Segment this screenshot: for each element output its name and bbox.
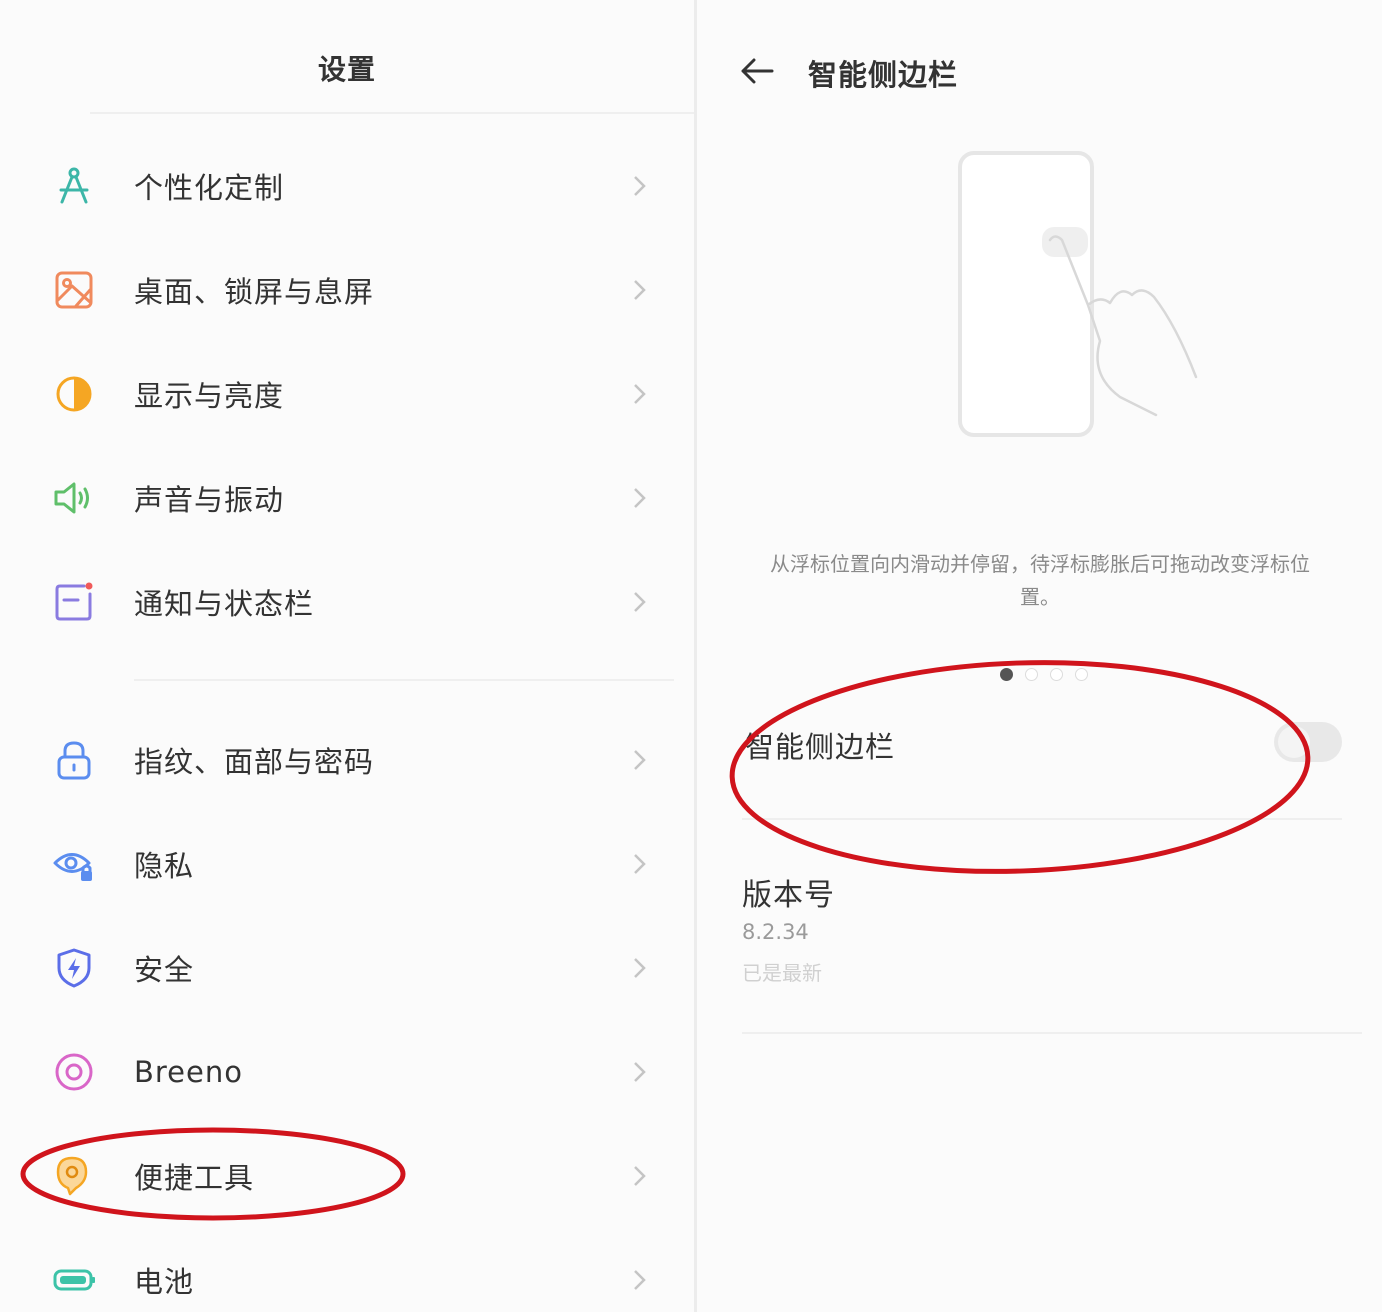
convenience-tools-icon (52, 1154, 96, 1198)
settings-item-fingerprint-face-password[interactable]: 指纹、面部与密码 (0, 708, 694, 812)
carousel-dot (1025, 668, 1038, 681)
settings-item-label: 桌面、锁屏与息屏 (134, 275, 375, 309)
carousel-dot (1050, 668, 1063, 681)
settings-item-battery[interactable]: 电池 (0, 1228, 694, 1312)
group-divider (134, 679, 674, 681)
settings-item-security[interactable]: 安全 (0, 916, 694, 1020)
chevron-right-icon (634, 592, 646, 612)
smart-sidebar-toggle-label: 智能侧边栏 (745, 730, 896, 764)
version-value: 8.2.34 (742, 920, 809, 944)
settings-item-label: 声音与振动 (134, 483, 285, 517)
chevron-right-icon (634, 958, 646, 978)
brightness-icon (52, 372, 96, 416)
header-divider (90, 112, 694, 114)
settings-item-label: 安全 (134, 953, 195, 987)
settings-item-breeno[interactable]: Breeno (0, 1020, 694, 1124)
toggle-knob (1278, 726, 1310, 758)
chevron-right-icon (634, 384, 646, 404)
settings-item-label: 便捷工具 (134, 1161, 255, 1195)
settings-item-display-brightness[interactable]: 显示与亮度 (0, 342, 694, 446)
settings-item-personalization[interactable]: 个性化定制 (0, 134, 694, 238)
chevron-right-icon (634, 488, 646, 508)
settings-item-label: 隐私 (134, 849, 195, 883)
chevron-right-icon (634, 1270, 646, 1290)
page-title: 智能侧边栏 (808, 58, 959, 92)
chevron-right-icon (634, 1166, 646, 1186)
settings-item-convenience-tools[interactable]: 便捷工具 (0, 1124, 694, 1228)
settings-item-notification-statusbar[interactable]: 通知与状态栏 (0, 550, 694, 654)
settings-item-privacy[interactable]: 隐私 (0, 812, 694, 916)
back-arrow-icon[interactable] (738, 52, 776, 90)
settings-item-label: 个性化定制 (134, 171, 285, 205)
chevron-right-icon (634, 1062, 646, 1082)
carousel-dot (1000, 668, 1013, 681)
privacy-eye-icon (52, 842, 96, 886)
wallpaper-icon (52, 268, 96, 312)
settings-item-label: Breeno (134, 1055, 243, 1089)
section-divider (742, 818, 1342, 820)
security-shield-icon (52, 946, 96, 990)
settings-item-desktop-lockscreen[interactable]: 桌面、锁屏与息屏 (0, 238, 694, 342)
notification-icon (52, 580, 96, 624)
settings-item-label: 显示与亮度 (134, 379, 285, 413)
settings-item-label: 电池 (134, 1265, 195, 1299)
smart-sidebar-toggle[interactable] (1274, 722, 1342, 762)
chevron-right-icon (634, 854, 646, 874)
chevron-right-icon (634, 280, 646, 300)
personalization-icon (52, 164, 96, 208)
chevron-right-icon (634, 750, 646, 770)
battery-icon (52, 1258, 96, 1302)
settings-item-label: 指纹、面部与密码 (134, 745, 375, 779)
gesture-description: 从浮标位置向内滑动并停留，待浮标膨胀后可拖动改变浮标位置。 (770, 552, 1310, 609)
speaker-icon (52, 476, 96, 520)
chevron-right-icon (634, 176, 646, 196)
lock-icon (52, 738, 96, 782)
version-status: 已是最新 (742, 961, 822, 985)
version-label: 版本号 (742, 878, 835, 913)
settings-panel: 设置 个性化定制 桌面、锁屏与息屏 显示与亮度 声音与振动 通知与状态栏 指纹、… (0, 0, 694, 1312)
settings-item-label: 通知与状态栏 (134, 587, 315, 621)
settings-item-sound-vibration[interactable]: 声音与振动 (0, 446, 694, 550)
gesture-illustration (958, 151, 1198, 437)
carousel-indicator (1000, 664, 1100, 681)
breeno-icon (52, 1050, 96, 1094)
carousel-dot (1075, 668, 1088, 681)
page-title: 设置 (317, 53, 376, 86)
section-divider (742, 1032, 1362, 1034)
